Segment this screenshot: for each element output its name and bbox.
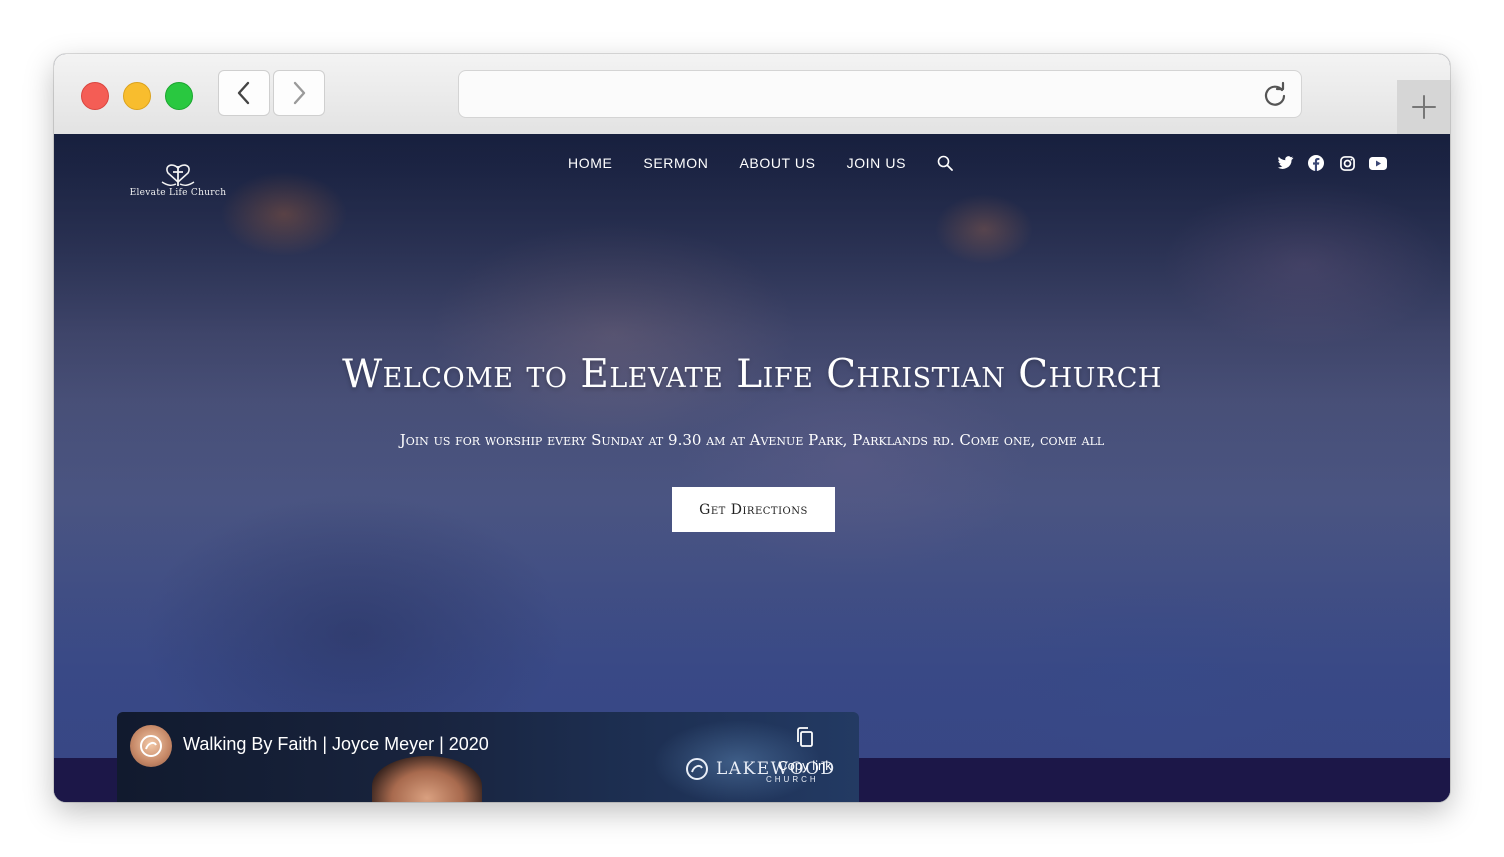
new-tab-button[interactable]: [1397, 80, 1450, 134]
nav-sermon[interactable]: SERMON: [643, 155, 708, 171]
twitter-icon: [1277, 156, 1293, 169]
church-logo-icon: [161, 164, 195, 187]
chevron-right-icon: [293, 81, 306, 105]
video-thumbnail-person: [372, 756, 482, 802]
chevron-left-icon: [237, 81, 250, 105]
forward-button[interactable]: [273, 70, 325, 116]
facebook-link[interactable]: [1307, 154, 1325, 172]
hero-title: Welcome to Elevate Life Christian Church: [342, 352, 1162, 397]
lakewood-logo-icon: [686, 758, 708, 780]
embedded-video-player[interactable]: Walking By Faith | Joyce Meyer | 2020 LA…: [117, 712, 859, 802]
copy-link-label: Copy link: [778, 758, 832, 773]
hero-subtitle: Join us for worship every Sunday at 9.30…: [399, 431, 1105, 449]
twitter-link[interactable]: [1276, 154, 1294, 172]
video-brand-subtext: CHURCH: [766, 775, 819, 784]
instagram-link[interactable]: [1338, 154, 1356, 172]
browser-window: Elevate Life Church HOME SERMON ABOUT US…: [54, 54, 1450, 802]
youtube-link[interactable]: [1369, 154, 1387, 172]
search-icon[interactable]: [937, 155, 953, 171]
get-directions-button[interactable]: Get Directions: [672, 487, 835, 532]
main-navigation: HOME SERMON ABOUT US JOIN US: [568, 155, 953, 171]
youtube-icon: [1369, 156, 1387, 170]
hero-section: Elevate Life Church HOME SERMON ABOUT US…: [54, 134, 1450, 802]
browser-toolbar: [54, 54, 1450, 135]
instagram-icon: [1339, 155, 1355, 171]
back-button[interactable]: [218, 70, 270, 116]
maximize-window-button[interactable]: [165, 82, 193, 110]
video-title[interactable]: Walking By Faith | Joyce Meyer | 2020: [183, 734, 489, 755]
channel-avatar[interactable]: [130, 725, 172, 767]
minimize-window-button[interactable]: [123, 82, 151, 110]
copy-link-button[interactable]: Copy link: [775, 726, 835, 773]
reload-icon[interactable]: [1261, 81, 1289, 109]
copy-icon: [797, 727, 813, 747]
nav-join-us[interactable]: JOIN US: [847, 155, 906, 171]
address-bar[interactable]: [458, 70, 1302, 118]
facebook-icon: [1308, 155, 1324, 171]
close-window-button[interactable]: [81, 82, 109, 110]
lakewood-logo-icon: [140, 735, 162, 757]
social-links: [1276, 154, 1400, 172]
hero-overlay: [54, 134, 1450, 802]
logo-text: Elevate Life Church: [129, 188, 227, 198]
nav-home[interactable]: HOME: [568, 155, 612, 171]
plus-icon: [1411, 95, 1436, 119]
nav-about-us[interactable]: ABOUT US: [739, 155, 815, 171]
site-logo[interactable]: Elevate Life Church: [124, 162, 232, 202]
